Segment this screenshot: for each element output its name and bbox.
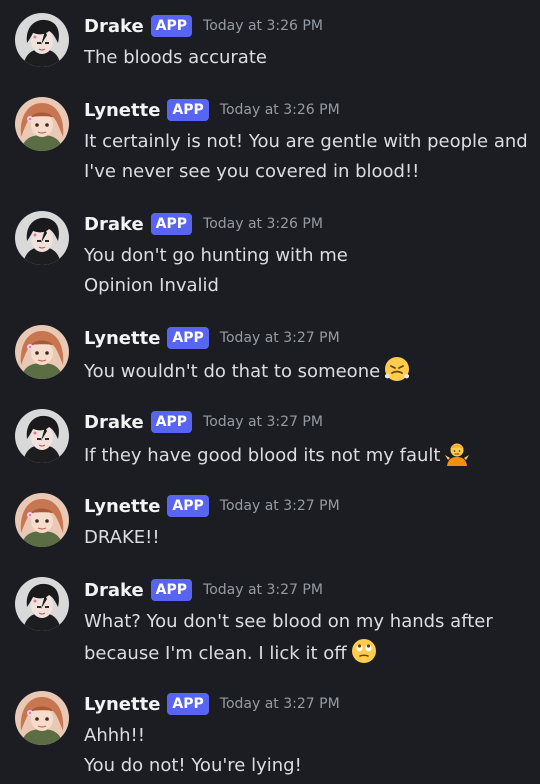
message-text: If they have good blood its not my fault [84,445,441,466]
message-header: Drake APP Today at 3:27 PM [84,409,323,435]
avatar-drake[interactable] [15,13,69,67]
message-header: Lynette APP Today at 3:26 PM [84,97,340,123]
username[interactable]: Lynette [84,496,160,517]
username[interactable]: Drake [84,214,144,235]
message-line: You don't go hunting with me [84,245,348,266]
avatar-lynette[interactable] [15,493,69,547]
timestamp[interactable]: Today at 3:27 PM [220,696,340,712]
message-header: Drake APP Today at 3:26 PM [84,13,323,39]
message-line: You do not! You're lying! [84,755,302,776]
message-text: because I'm clean. I lick it off [84,643,347,664]
message-line: The bloods accurate [84,47,267,68]
message-content: You don't go hunting with me Opinion Inv… [84,241,524,301]
avatar-lynette[interactable] [15,691,69,745]
app-badge: APP [150,15,193,37]
app-badge: APP [167,495,209,517]
message-line: If they have good blood its not my fault [84,439,524,471]
avatar-lynette[interactable] [15,97,69,151]
message-text: You wouldn't do that to someone [84,361,381,382]
message-line: Opinion Invalid [84,275,219,296]
message-header: Lynette APP Today at 3:27 PM [84,325,340,351]
app-badge: APP [167,327,209,349]
message-line: I've never see you covered in blood!! [84,161,420,182]
app-badge: APP [167,693,209,715]
message-line: It certainly is not! You are gentle with… [84,131,528,152]
message-content: What? You don't see blood on my hands af… [84,607,524,669]
face-with-steam-from-nose-icon [383,355,411,383]
username[interactable]: Lynette [84,100,160,121]
timestamp[interactable]: Today at 3:26 PM [220,102,340,118]
message-content: If they have good blood its not my fault [84,439,524,471]
app-badge: APP [150,579,193,601]
message-content: Ahhh!! You do not! You're lying! [84,721,524,781]
message-content: It certainly is not! You are gentle with… [84,127,528,187]
person-shrugging-icon [443,439,471,467]
avatar-drake[interactable] [15,409,69,463]
avatar-drake[interactable] [15,577,69,631]
username[interactable]: Lynette [84,328,160,349]
message-header: Lynette APP Today at 3:27 PM [84,691,340,717]
username[interactable]: Lynette [84,694,160,715]
message-header: Lynette APP Today at 3:27 PM [84,493,340,519]
username[interactable]: Drake [84,580,144,601]
message-content: DRAKE!! [84,523,524,553]
username[interactable]: Drake [84,412,144,433]
message-line: Ahhh!! [84,725,145,746]
timestamp[interactable]: Today at 3:27 PM [203,414,323,430]
message-header: Drake APP Today at 3:26 PM [84,211,323,237]
avatar-lynette[interactable] [15,325,69,379]
message-line: What? You don't see blood on my hands af… [84,611,493,632]
message-line: because I'm clean. I lick it off [84,637,524,669]
face-with-rolling-eyes-icon [350,637,378,665]
timestamp[interactable]: Today at 3:27 PM [203,582,323,598]
message-header: Drake APP Today at 3:27 PM [84,577,323,603]
timestamp[interactable]: Today at 3:27 PM [220,330,340,346]
app-badge: APP [167,99,209,121]
avatar-drake[interactable] [15,211,69,265]
timestamp[interactable]: Today at 3:26 PM [203,216,323,232]
message-line: DRAKE!! [84,527,160,548]
app-badge: APP [150,213,193,235]
message-content: The bloods accurate [84,43,524,73]
timestamp[interactable]: Today at 3:26 PM [203,18,323,34]
message-feed: Drake APP Today at 3:26 PM The bloods ac… [0,0,540,784]
app-badge: APP [150,411,193,433]
message-content: You wouldn't do that to someone [84,355,524,387]
username[interactable]: Drake [84,16,144,37]
timestamp[interactable]: Today at 3:27 PM [220,498,340,514]
message-line: You wouldn't do that to someone [84,355,524,387]
